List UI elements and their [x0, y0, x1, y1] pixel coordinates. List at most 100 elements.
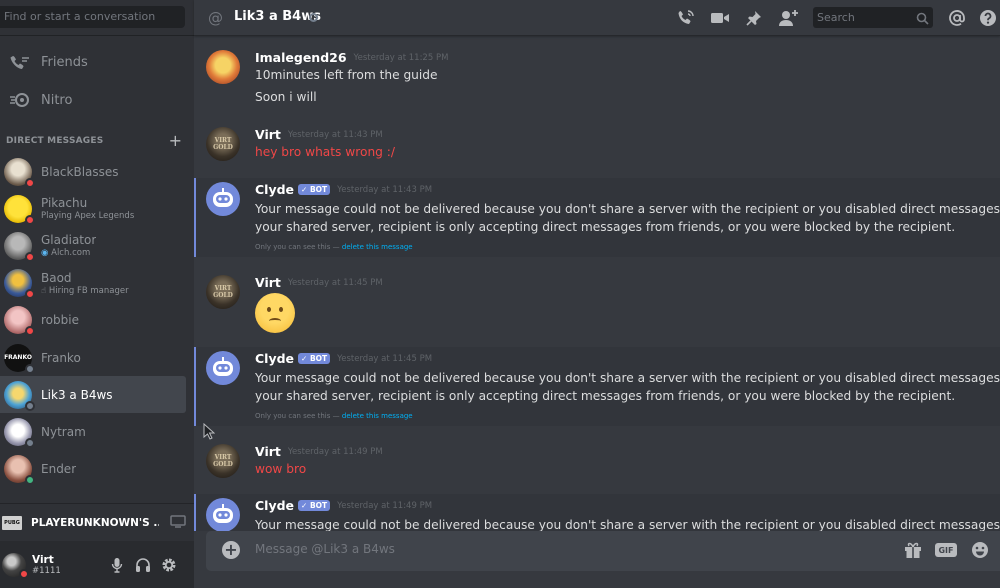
avatar — [4, 455, 35, 486]
dm-item-robbie[interactable]: robbie — [0, 302, 186, 339]
avatar — [4, 269, 35, 300]
avatar[interactable] — [206, 498, 240, 531]
direct-messages-header: DIRECT MESSAGES + — [6, 133, 182, 149]
gift-icon[interactable] — [903, 540, 923, 560]
dm-name: Nytram — [41, 424, 86, 439]
message-group: VIRT GOLD Virt Yesterday at 11:49 PM wow… — [194, 442, 1000, 482]
help-icon[interactable] — [977, 7, 999, 29]
delete-message-link[interactable]: delete this message — [342, 243, 413, 251]
mentions-icon[interactable] — [946, 7, 968, 29]
status-dnd-icon — [25, 326, 35, 337]
dm-name: Baod — [41, 270, 72, 285]
status-dnd-icon — [19, 568, 29, 579]
delete-message-link[interactable]: delete this message — [342, 412, 413, 420]
dm-activity-text: Hiring FB manager — [48, 285, 129, 296]
dm-name: robbie — [41, 313, 79, 328]
gif-button[interactable]: GIF — [935, 543, 957, 557]
search-placeholder: Search — [817, 11, 855, 24]
sidebar-item-label: Friends — [41, 54, 88, 70]
avatar[interactable] — [2, 552, 29, 579]
dm-name: Ender — [41, 462, 77, 477]
avatar[interactable] — [206, 351, 240, 385]
message-list: Imalegend26 Yesterday at 11:25 PM 10minu… — [194, 37, 1000, 531]
avatar — [4, 380, 35, 411]
avatar[interactable]: VIRT GOLD — [206, 444, 240, 478]
username: Virt — [32, 553, 54, 566]
find-conversation-input[interactable]: Find or start a conversation — [0, 6, 185, 28]
message-text: Soon i will — [255, 90, 317, 104]
message-author[interactable]: Imalegend26 — [255, 50, 347, 65]
message-author[interactable]: Clyde — [255, 498, 294, 513]
direct-messages-label: DIRECT MESSAGES — [6, 136, 104, 146]
dm-item-lik3-a-b4ws[interactable]: Lik3 a B4ws — [0, 376, 186, 414]
dm-item-ender[interactable]: Ender — [0, 451, 186, 488]
message-timestamp: Yesterday at 11:49 PM — [287, 446, 383, 457]
add-friends-to-dm-icon[interactable] — [778, 7, 800, 29]
system-message-group: Clyde ✓ BOT Yesterday at 11:45 PM Your m… — [194, 347, 1000, 426]
bot-badge: ✓ BOT — [298, 353, 331, 364]
message-composer: + Message @Lik3 a B4ws GIF — [206, 531, 1000, 571]
message-timestamp: Yesterday at 11:43 PM — [337, 184, 433, 195]
channel-header: @ Lik3 a B4ws Search — [194, 0, 1000, 36]
settings-gear-icon[interactable] — [156, 554, 182, 576]
pinned-messages-icon[interactable] — [743, 7, 765, 29]
dm-name: Gladiator — [41, 233, 97, 248]
dm-item-pikachu[interactable]: Pikachu Playing Apex Legends — [0, 190, 186, 227]
microphone-icon[interactable] — [104, 554, 130, 576]
avatar — [4, 306, 35, 337]
dm-item-nytram[interactable]: Nytram — [0, 413, 186, 450]
dm-item-gladiator[interactable]: Gladiator ◉ Alch.com — [0, 227, 186, 264]
add-dm-icon[interactable]: + — [169, 133, 182, 149]
upload-plus-icon[interactable]: + — [222, 541, 240, 559]
avatar[interactable]: VIRT GOLD — [206, 275, 240, 309]
message-timestamp: Yesterday at 11:45 PM — [287, 277, 383, 288]
bot-badge: ✓ BOT — [298, 184, 331, 195]
search-input[interactable]: Search — [813, 7, 933, 28]
status-dnd-icon — [25, 289, 35, 300]
message-text: hey bro whats wrong :/ — [255, 145, 395, 159]
sidebar-item-nitro[interactable]: Nitro — [0, 83, 186, 117]
message-group: VIRT GOLD Virt Yesterday at 11:43 PM hey… — [194, 125, 1000, 165]
message-author[interactable]: Clyde — [255, 351, 294, 366]
avatar-text: FRANKO — [4, 354, 32, 362]
voice-call-icon[interactable] — [675, 7, 697, 29]
system-message-group: Clyde ✓ BOT Yesterday at 11:49 PM Your m… — [194, 494, 1000, 531]
message-author[interactable]: Virt — [255, 275, 281, 290]
dm-name: Franko — [41, 350, 81, 365]
dm-item-franko[interactable]: FRANKO Franko — [0, 339, 186, 376]
status-dnd-icon — [25, 214, 35, 225]
video-call-icon[interactable] — [709, 7, 731, 29]
avatar[interactable] — [206, 50, 240, 84]
dm-activity: ☝ Hiring FB manager — [41, 286, 129, 296]
avatar[interactable]: VIRT GOLD — [206, 127, 240, 161]
status-idle-icon — [25, 437, 35, 448]
message-group: Imalegend26 Yesterday at 11:25 PM 10minu… — [194, 48, 1000, 108]
dm-list: BlackBlasses Pikachu Playing Apex Legends… — [0, 153, 194, 499]
avatar: FRANKO — [4, 343, 35, 374]
sidebar-item-friends[interactable]: Friends — [0, 45, 186, 79]
status-idle-icon — [25, 400, 35, 411]
user-discriminator: #1111 — [32, 565, 61, 576]
bot-badge-text: BOT — [309, 501, 328, 510]
screen-share-icon[interactable] — [170, 514, 186, 531]
hand-emoji-icon: ☝ — [41, 285, 47, 296]
frowning-face-emoji-icon[interactable] — [255, 293, 295, 333]
message-author[interactable]: Virt — [255, 444, 281, 459]
system-message-group: Clyde ✓ BOT Yesterday at 11:43 PM Your m… — [194, 178, 1000, 257]
emoji-picker-icon[interactable] — [970, 540, 990, 560]
avatar[interactable] — [206, 182, 240, 216]
message-text: your shared server, recipient is only ac… — [255, 389, 956, 403]
dm-item-baod[interactable]: Baod ☝ Hiring FB manager — [0, 265, 186, 302]
message-input[interactable]: Message @Lik3 a B4ws — [255, 542, 395, 556]
message-text: wow bro — [255, 462, 307, 476]
message-author[interactable]: Virt — [255, 127, 281, 142]
message-author[interactable]: Clyde — [255, 182, 294, 197]
status-dnd-icon — [25, 177, 35, 188]
at-sign-icon: @ — [208, 9, 223, 27]
headphones-icon[interactable] — [130, 554, 156, 576]
message-timestamp: Yesterday at 11:25 PM — [353, 52, 449, 63]
avatar-text: VIRT GOLD — [213, 285, 233, 299]
dm-item-blackblasses[interactable]: BlackBlasses — [0, 153, 186, 190]
avatar — [4, 417, 35, 448]
game-title: PLAYERUNKNOWN'S ... — [31, 516, 159, 529]
